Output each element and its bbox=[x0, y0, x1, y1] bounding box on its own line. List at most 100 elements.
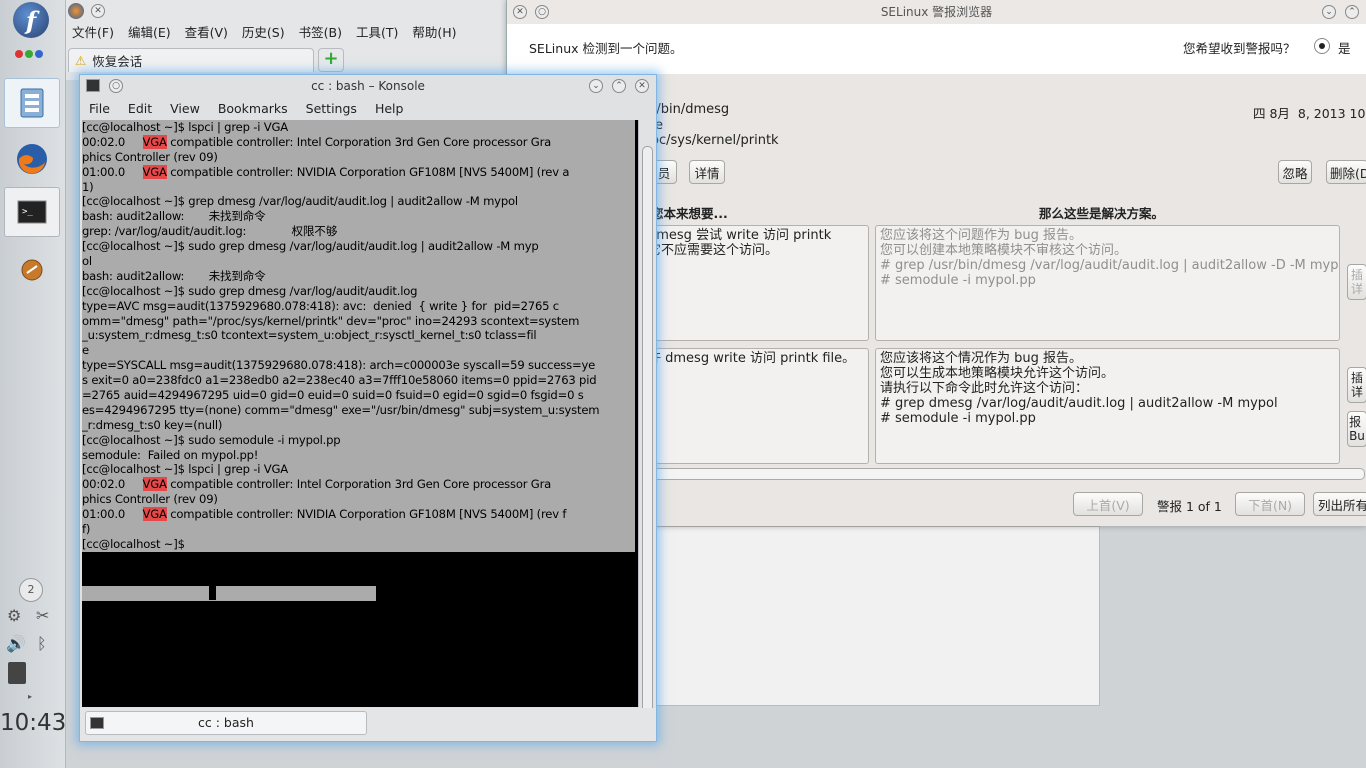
delete-button[interactable]: 删除(D bbox=[1326, 160, 1366, 184]
konsole-launcher[interactable]: >_ bbox=[4, 187, 60, 237]
menu-tools[interactable]: 工具(T) bbox=[356, 22, 398, 44]
col-want-header: 您本来想要... bbox=[651, 206, 728, 221]
terminal-line: type=SYSCALL msg=audit(1375929680.078:41… bbox=[82, 358, 596, 373]
terminal-line: 01:00.0 VGA compatible controller: NVIDI… bbox=[82, 507, 567, 522]
maximize-icon[interactable]: ⌃ bbox=[1345, 5, 1359, 19]
prompt-highlight bbox=[82, 586, 376, 601]
terminal-output: [cc@localhost ~]$ lspci | grep -i VGA 00:… bbox=[82, 120, 635, 552]
terminal-line: 00:02.0 VGA compatible controller: Intel… bbox=[82, 477, 552, 492]
desktop-pager-icon[interactable]: 2 bbox=[19, 578, 43, 602]
terminal-line: 01:00.0 VGA compatible controller: NVIDI… bbox=[82, 164, 570, 179]
battery-icon[interactable] bbox=[8, 662, 26, 684]
menu-bookmarks[interactable]: 书签(B) bbox=[299, 22, 342, 44]
terminal-line: =2765 auid=4294967295 uid=0 gid=0 euid=0… bbox=[82, 388, 584, 403]
terminal-window-icon[interactable] bbox=[86, 79, 100, 92]
firefox-menubar: 文件(F) 编辑(E) 查看(V) 历史(S) 书签(B) 工具(T) 帮助(H… bbox=[66, 22, 457, 44]
tab-label: 恢复会话 bbox=[92, 54, 143, 69]
terminal-line: bash: audit2allow: 未找到命令 bbox=[82, 209, 266, 224]
vga-highlight: VGA bbox=[142, 477, 167, 492]
new-tab-button[interactable]: + bbox=[318, 48, 344, 72]
terminal-line: [cc@localhost ~]$ lspci | grep -i VGA bbox=[82, 462, 288, 477]
next-alert-button[interactable]: 下首(N) bbox=[1235, 492, 1305, 516]
clock[interactable]: 10:43 bbox=[0, 710, 66, 736]
minimize-icon[interactable]: ⌄ bbox=[589, 79, 603, 93]
pin-icon[interactable]: ○ bbox=[535, 5, 549, 19]
terminal-line: 00:02.0 VGA compatible controller: Intel… bbox=[82, 134, 552, 149]
firefox-launcher[interactable] bbox=[4, 134, 60, 184]
terminal-line: [cc@localhost ~]$ sudo semodule -i mypol… bbox=[82, 432, 341, 447]
terminal-line: es=4294967295 tty=(none) comm="dmesg" ex… bbox=[82, 402, 600, 417]
konsole-title: cc : bash – Konsole bbox=[311, 79, 425, 93]
terminal-line: [cc@localhost ~]$ sudo grep dmesg /var/l… bbox=[82, 239, 539, 254]
vga-highlight: VGA bbox=[142, 507, 167, 522]
warning-icon: ⚠ bbox=[75, 53, 87, 68]
plugin-details-button-1[interactable]: 插 详 bbox=[1347, 264, 1366, 300]
selinux-launcher[interactable] bbox=[4, 245, 60, 295]
target-path: oc/sys/kernel/printk bbox=[651, 133, 779, 148]
background-document bbox=[640, 526, 1100, 706]
menu-file[interactable]: File bbox=[89, 98, 110, 120]
menu-settings[interactable]: Settings bbox=[306, 98, 357, 120]
alert-counter: 警报 1 of 1 bbox=[1157, 499, 1222, 514]
menu-view[interactable]: 查看(V) bbox=[185, 22, 228, 44]
svg-text:>_: >_ bbox=[22, 207, 33, 217]
fedora-menu-icon[interactable]: f bbox=[13, 2, 49, 38]
maximize-icon[interactable]: ⌃ bbox=[612, 79, 626, 93]
horizontal-scrollbar[interactable] bbox=[647, 468, 1365, 480]
menu-file[interactable]: 文件(F) bbox=[72, 22, 114, 44]
terminal-line: f) bbox=[82, 522, 91, 537]
terminal-line: phics Controller (rev 09) bbox=[82, 149, 218, 164]
terminal-line: _u:system_r:dmesg_t:s0 tcontext=system_u… bbox=[82, 328, 537, 343]
report-bug-button[interactable]: 报 Bu bbox=[1347, 411, 1366, 447]
minimize-icon[interactable]: ⌄ bbox=[1322, 5, 1336, 19]
bluetooth-icon[interactable]: ᛒ bbox=[37, 634, 47, 653]
window-title: SELinux 警报浏览器 bbox=[507, 0, 1366, 24]
terminal-scrollbar[interactable] bbox=[638, 120, 656, 721]
terminal-line: type=AVC msg=audit(1375929680.078:418): … bbox=[82, 298, 559, 313]
tab-restore-session[interactable]: ⚠ 恢复会话 bbox=[68, 48, 314, 72]
terminal-line: [cc@localhost ~]$ grep dmesg /var/log/au… bbox=[82, 194, 518, 209]
scrollbar-thumb[interactable] bbox=[642, 146, 653, 721]
menu-history[interactable]: 历史(S) bbox=[242, 22, 285, 44]
menu-help[interactable]: 帮助(H) bbox=[412, 22, 456, 44]
terminal-line: omm="dmesg" path="/proc/sys/kernel/print… bbox=[82, 313, 580, 328]
menu-view[interactable]: View bbox=[170, 98, 200, 120]
terminal-line: grep: /var/log/audit/audit.log: 权限不够 bbox=[82, 224, 338, 239]
menu-edit[interactable]: 编辑(E) bbox=[128, 22, 171, 44]
alert-date: 四 8月 8, 2013 10:41 bbox=[1253, 106, 1366, 121]
details-button[interactable]: 详情 bbox=[689, 160, 725, 184]
activity-dots-icon[interactable] bbox=[15, 50, 43, 58]
alert-yes-radio[interactable] bbox=[1314, 38, 1330, 54]
konsole-tabbar: cc : bash bbox=[80, 708, 656, 741]
ignore-button[interactable]: 忽略 bbox=[1278, 160, 1312, 184]
terminal-area[interactable]: [cc@localhost ~]$ lspci | grep -i VGA 00:… bbox=[82, 120, 638, 707]
tab-bash[interactable]: cc : bash bbox=[85, 711, 367, 735]
scissors-icon[interactable]: ✂ bbox=[36, 606, 49, 625]
list-all-button[interactable]: 列出所有 bbox=[1313, 492, 1366, 516]
desktop-number: 2 bbox=[27, 583, 35, 596]
terminal-line: ol bbox=[82, 254, 92, 269]
alert-yes-label: 是 bbox=[1338, 41, 1351, 56]
plugin-details-button-2[interactable]: 插 详 bbox=[1347, 367, 1366, 403]
col-solutions-header: 那么这些是解决方案。 bbox=[1039, 206, 1165, 221]
window-menu-icon[interactable]: ✕ bbox=[91, 4, 105, 18]
file-manager-launcher[interactable] bbox=[4, 78, 60, 128]
volume-icon[interactable]: 🔊 bbox=[6, 634, 26, 653]
menu-edit[interactable]: Edit bbox=[128, 98, 152, 120]
selinux-troubleshooter-icon bbox=[21, 259, 43, 281]
solution-1: 您应该将这个问题作为 bug 报告。 您可以创建本地策略模块不审核这个访问。 #… bbox=[875, 225, 1340, 341]
solution-2: 您应该将这个情况作为 bug 报告。 您可以生成本地策略模块允许这个访问。 请执… bbox=[875, 348, 1340, 464]
firefox-icon bbox=[17, 144, 47, 174]
menu-help[interactable]: Help bbox=[375, 98, 404, 120]
menu-bookmarks[interactable]: Bookmarks bbox=[218, 98, 288, 120]
terminal-icon: >_ bbox=[17, 200, 47, 224]
close-icon[interactable]: ✕ bbox=[635, 79, 649, 93]
terminal-cursor bbox=[209, 586, 216, 600]
prev-alert-button[interactable]: 上首(V) bbox=[1073, 492, 1143, 516]
pin-icon[interactable]: ○ bbox=[109, 79, 123, 93]
settings-gear-icon[interactable]: ⚙ bbox=[7, 606, 21, 625]
vga-highlight: VGA bbox=[142, 134, 167, 149]
firefox-window-icon bbox=[68, 3, 84, 19]
window-menu-icon[interactable]: ✕ bbox=[513, 5, 527, 19]
expand-tray-icon[interactable]: ▸ bbox=[28, 692, 32, 701]
